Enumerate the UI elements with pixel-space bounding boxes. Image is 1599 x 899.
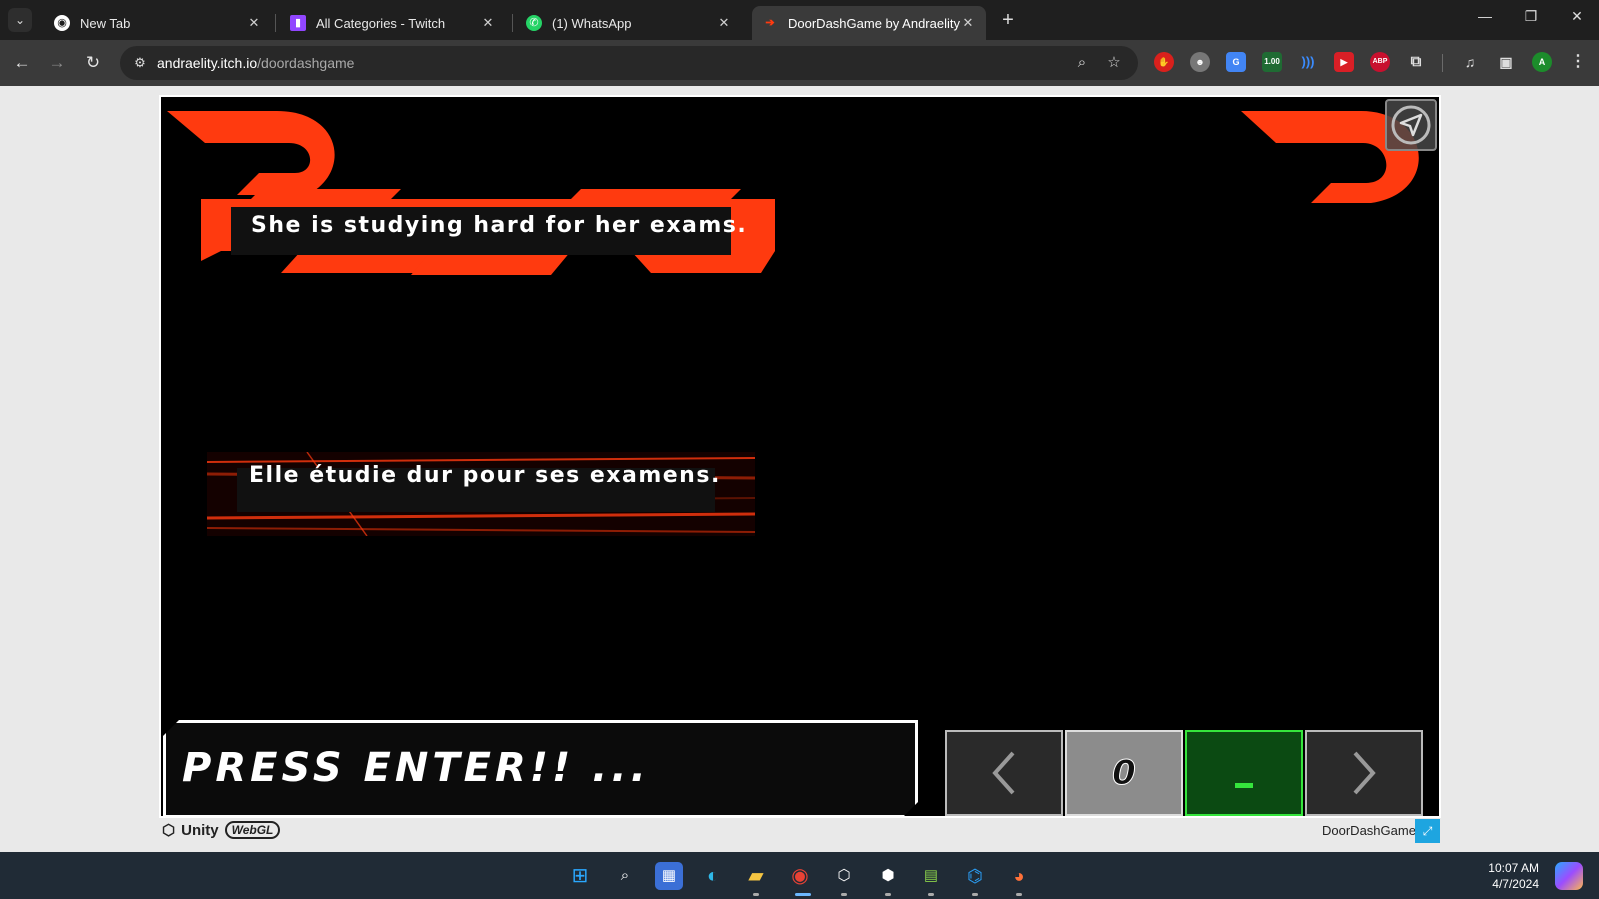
reload-icon[interactable]: ↻ [81,51,105,75]
url-domain: andraelity.itch.io [157,55,258,71]
menu-kebab-icon[interactable]: ⋮ [1568,52,1588,72]
file-explorer-icon[interactable]: ▰ [742,862,770,890]
previous-button[interactable] [945,730,1063,816]
game-title-label: DoorDashGame [1322,823,1416,838]
twitch-icon: ▮ [290,15,306,31]
unity-webgl-logo: ⬡ Unity WebGL [162,821,281,839]
search-icon[interactable]: ⌕ [611,862,639,890]
fullscreen-icon[interactable]: ⤢ [1415,819,1440,843]
url-path: /doordashgame [257,55,355,71]
profile-avatar[interactable]: A [1532,52,1552,72]
next-button[interactable] [1305,730,1423,816]
chrome-icon: ◉ [54,15,70,31]
chevron-right-icon [1307,732,1421,814]
english-sentence: She is studying hard for her exams. [251,213,748,238]
system-clock[interactable]: 10:07 AM 4/7/2024 [1488,860,1539,892]
running-indicator [972,893,978,896]
tab-search-chevron-icon[interactable]: ⌄ [8,8,32,32]
running-indicator [885,893,891,896]
extension-video-icon[interactable]: ▶ [1334,52,1354,72]
tab-doordashgame[interactable]: ➔ DoorDashGame by Andraelity ✕ [752,6,986,40]
browser-tab-strip: ⌄ ◉ New Tab ✕ ▮ All Categories - Twitch … [0,0,1599,40]
close-tab-icon[interactable]: ✕ [480,15,496,31]
edge-icon[interactable]: ◐ [699,862,727,890]
browser-toolbar: ← → ↻ ⚙ andraelity.itch.io/doordashgame … [0,40,1599,86]
site-settings-icon[interactable]: ⚙ [128,51,152,75]
copilot-icon[interactable] [1555,862,1583,890]
engine-label: Unity [181,821,219,839]
vscode-icon[interactable]: ⌬ [961,862,989,890]
whatsapp-icon: ✆ [526,15,542,31]
minimize-icon[interactable]: — [1473,8,1497,24]
new-tab-button[interactable]: + [996,9,1020,32]
doordash-icon: ➔ [765,17,775,29]
restore-icon[interactable]: ❐ [1519,8,1543,25]
tab-divider [275,14,276,32]
microsoft-store-icon[interactable]: ▦ [655,862,683,890]
tab-twitch[interactable]: ▮ All Categories - Twitch ✕ [280,6,506,40]
address-bar[interactable]: ⚙ andraelity.itch.io/doordashgame ⌕ ☆ [120,46,1138,80]
chrome-taskbar-icon[interactable]: ◉ [786,862,814,890]
platform-label: WebGL [224,821,281,839]
tab-title: (1) WhatsApp [552,15,632,31]
running-indicator [753,893,759,896]
tab-new-tab[interactable]: ◉ New Tab ✕ [44,6,272,40]
speed-badge: 1.00 [1264,57,1280,66]
running-indicator [1016,893,1022,896]
extensions-puzzle-icon[interactable]: ⧉ [1406,52,1426,72]
forward-icon[interactable]: → [45,51,69,75]
close-tab-icon[interactable]: ✕ [960,15,976,31]
unity-editor-icon[interactable]: ⬢ [874,862,902,890]
tab-divider [512,14,513,32]
answer-status-button[interactable] [1185,730,1303,816]
press-enter-prompt: PRESS ENTER!! ... [163,720,918,818]
back-icon[interactable]: ← [10,51,34,75]
zoom-icon[interactable]: ⌕ [1072,53,1092,73]
bookmark-star-icon[interactable]: ☆ [1104,53,1124,73]
extension-face-icon[interactable]: ☻ [1190,52,1210,72]
running-indicator [841,893,847,896]
adblock-label: ABP [1372,58,1388,65]
status-dash-icon [1235,782,1253,788]
unity-hub-icon[interactable]: ⬡ [830,862,858,890]
extension-speed-icon[interactable]: 1.00 [1262,52,1282,72]
firefox-icon[interactable]: ◕ [1005,862,1033,890]
chevron-left-icon [947,732,1061,814]
notepad-plus-icon[interactable]: ▤ [917,862,945,890]
active-indicator [795,893,811,896]
extension-audio-icon[interactable]: ))) [1298,52,1318,72]
running-indicator [928,893,934,896]
windows-taskbar: ⊞ ⌕ ▦ ◐ ▰ ◉ ⬡ ⬢ ▤ ⌬ ◕ 10:07 AM 4/7/2024 [0,852,1599,899]
tab-title: All Categories - Twitch [316,15,446,31]
score-value: 0 [1112,753,1137,794]
game-canvas[interactable]: She is studying hard for her exams. Elle… [159,95,1441,818]
windows-start-icon[interactable]: ⊞ [566,862,594,890]
close-tab-icon[interactable]: ✕ [716,15,732,31]
tab-title: DoorDashGame by Andraelity [788,15,960,31]
adblock-icon[interactable]: ABP [1370,52,1390,72]
clock-time: 10:07 AM [1488,861,1539,875]
media-control-icon[interactable]: ♫ [1460,52,1480,72]
close-tab-icon[interactable]: ✕ [246,15,262,31]
send-icon[interactable] [1385,99,1437,151]
tab-whatsapp[interactable]: ✆ (1) WhatsApp ✕ [516,6,742,40]
url-text[interactable]: andraelity.itch.io/doordashgame [157,55,354,71]
close-window-icon[interactable]: ✕ [1565,8,1589,25]
extension-hand-icon[interactable]: ✋ [1154,52,1174,72]
google-translate-icon[interactable]: G [1226,52,1246,72]
prompt-text: PRESS ENTER!! ... [182,745,650,791]
toolbar-divider [1442,54,1443,72]
unity-cube-icon: ⬡ [162,822,176,839]
score-display: 0 [1065,730,1183,816]
tab-title: New Tab [80,15,131,31]
side-panel-icon[interactable]: ▣ [1496,52,1516,72]
clock-date: 4/7/2024 [1492,877,1539,891]
french-sentence: Elle étudie dur pour ses examens. [249,463,721,488]
